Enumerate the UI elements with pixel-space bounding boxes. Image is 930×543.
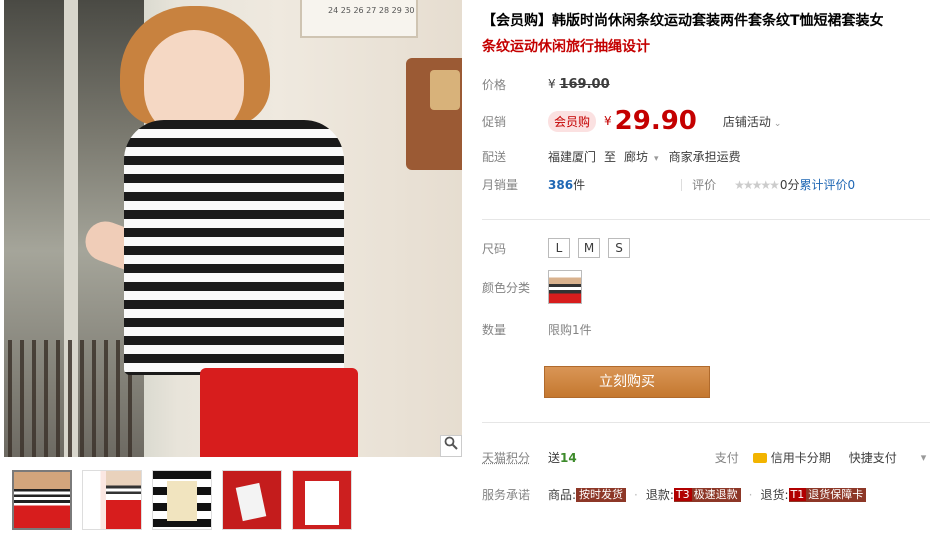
- photo-chair: [8, 340, 136, 457]
- divider-line: [482, 219, 930, 220]
- return-tag: 退货保障卡: [808, 487, 864, 501]
- points-prefix: 送: [548, 451, 561, 465]
- calendar-numbers: 24 25 26 27 28 29 30: [328, 6, 415, 15]
- ship-to-value: 廊坊: [624, 150, 649, 164]
- refund-code: T3: [673, 487, 692, 501]
- product-subtitle: 条纹运动休闲旅行抽绳设计: [482, 39, 650, 55]
- quantity-row: 数量 限购1件: [482, 321, 592, 338]
- star-rating-icon: ★★★★★: [734, 177, 780, 192]
- shop-activity-label: 店铺活动: [722, 114, 771, 129]
- color-label: 颜色分类: [482, 280, 531, 295]
- ship-from: 福建厦门: [548, 150, 597, 164]
- size-option-l[interactable]: L: [548, 238, 570, 258]
- color-swatch[interactable]: [548, 270, 582, 304]
- photo-calendar: 24 25 26 27 28 29 30: [300, 0, 418, 38]
- price-row: 价格 ¥ 169.00: [482, 76, 610, 93]
- model-red-skirt: [200, 368, 358, 457]
- quantity-label: 数量: [482, 323, 507, 337]
- buy-now-button[interactable]: 立刻购买: [544, 366, 710, 398]
- product-page: 24 25 26 27 28 29 30 【会员购】韩版时尚休闲条纹运动套装两件…: [0, 0, 930, 543]
- product-title: 【会员购】韩版时尚休闲条纹运动套装两件套条纹T恤短裙套装女: [482, 13, 884, 29]
- return-label: 退货:: [760, 488, 789, 502]
- sales-count: 386: [548, 177, 574, 192]
- model-striped-shirt: [124, 120, 344, 375]
- thumbnail-3[interactable]: [152, 470, 212, 530]
- photo-shelf: [406, 58, 462, 170]
- credit-card-icon: [752, 452, 767, 463]
- member-badge: 会员购: [548, 110, 597, 132]
- ship-to-select[interactable]: 廊坊 ▾: [624, 148, 659, 165]
- size-row: 尺码 L M S: [482, 238, 638, 258]
- credit-installment[interactable]: 信用卡分期: [771, 449, 831, 466]
- separator-dot: ·: [634, 487, 638, 502]
- return-code: T1: [788, 487, 807, 501]
- rating-label: 评价: [692, 178, 717, 192]
- shop-activity-dropdown[interactable]: 店铺活动 ⌄: [723, 113, 782, 130]
- price-label: 价格: [482, 78, 507, 92]
- promo-price: 29.90: [614, 106, 697, 136]
- promo-label: 促销: [482, 114, 507, 129]
- sales-unit: 件: [573, 178, 586, 192]
- color-row: 颜色分类: [482, 270, 582, 304]
- shipping-row: 配送 福建厦门 至 廊坊 ▾ 商家承担运费: [482, 148, 741, 165]
- thumbnail-strip: [12, 470, 352, 530]
- rating-score: 0分: [779, 178, 800, 192]
- payment-label: 支付: [714, 451, 739, 465]
- goods-label: 商品:: [548, 488, 577, 502]
- original-currency: ¥: [548, 77, 556, 91]
- shipping-label: 配送: [482, 150, 507, 164]
- shipping-fee: 商家承担运费: [668, 150, 741, 164]
- separator-dot: ·: [748, 487, 753, 502]
- refund-label: 退款:: [645, 488, 674, 502]
- zoom-button[interactable]: [440, 435, 462, 457]
- promo-currency: ¥: [604, 114, 612, 128]
- product-info: 【会员购】韩版时尚休闲条纹运动套装两件套条纹T恤短裙套装女 条纹运动休闲旅行抽绳…: [482, 0, 930, 543]
- original-price: ¥ 169.00: [548, 77, 610, 92]
- product-gallery: 24 25 26 27 28 29 30: [0, 0, 464, 543]
- thumbnail-4[interactable]: [222, 470, 282, 530]
- sales-label: 月销量: [482, 178, 519, 192]
- fast-pay[interactable]: 快捷支付: [849, 449, 897, 466]
- divider-line: [482, 422, 930, 423]
- service-row: 服务承诺 商品: 按时发货 · 退款: T3 极速退款 · 退货: T1 退货保障卡: [482, 486, 867, 503]
- points-payment-row: 天猫积分 送 14 支付 信用卡分期 快捷支付 ▾: [482, 449, 926, 466]
- main-product-photo[interactable]: 24 25 26 27 28 29 30: [4, 0, 462, 457]
- original-price-value: 169.00: [559, 77, 610, 92]
- search-icon: [444, 436, 458, 454]
- size-option-s[interactable]: S: [608, 238, 630, 258]
- ship-to-word: 至: [604, 150, 617, 164]
- points-label[interactable]: 天猫积分: [482, 449, 548, 466]
- caret-down-icon: ▾: [654, 154, 659, 164]
- thumbnail-5[interactable]: [292, 470, 352, 530]
- review-count-link[interactable]: 累计评价0: [800, 176, 856, 193]
- return-guarantee-badge[interactable]: T1 退货保障卡: [788, 487, 867, 502]
- size-label: 尺码: [482, 241, 507, 256]
- refund-tag: 极速退款: [693, 487, 738, 501]
- divider: [681, 178, 683, 191]
- service-label: 服务承诺: [482, 488, 531, 502]
- size-option-m[interactable]: M: [578, 238, 600, 258]
- chevron-down-icon: ⌄: [773, 118, 782, 129]
- payment-dropdown-icon[interactable]: ▾: [921, 451, 927, 464]
- on-time-ship-badge[interactable]: 按时发货: [576, 487, 627, 502]
- thumbnail-2[interactable]: [82, 470, 142, 530]
- sales-row: 月销量 386 件 评价 ★★★★★ 0分 累计评价0: [482, 176, 855, 193]
- thumbnail-1[interactable]: [12, 470, 72, 530]
- quantity-limit: 限购1件: [548, 323, 592, 337]
- promo-row: 促销 会员购 ¥ 29.90 店铺活动 ⌄: [482, 106, 781, 136]
- points-value: 14: [560, 450, 577, 465]
- fast-refund-badge[interactable]: T3 极速退款: [673, 487, 741, 502]
